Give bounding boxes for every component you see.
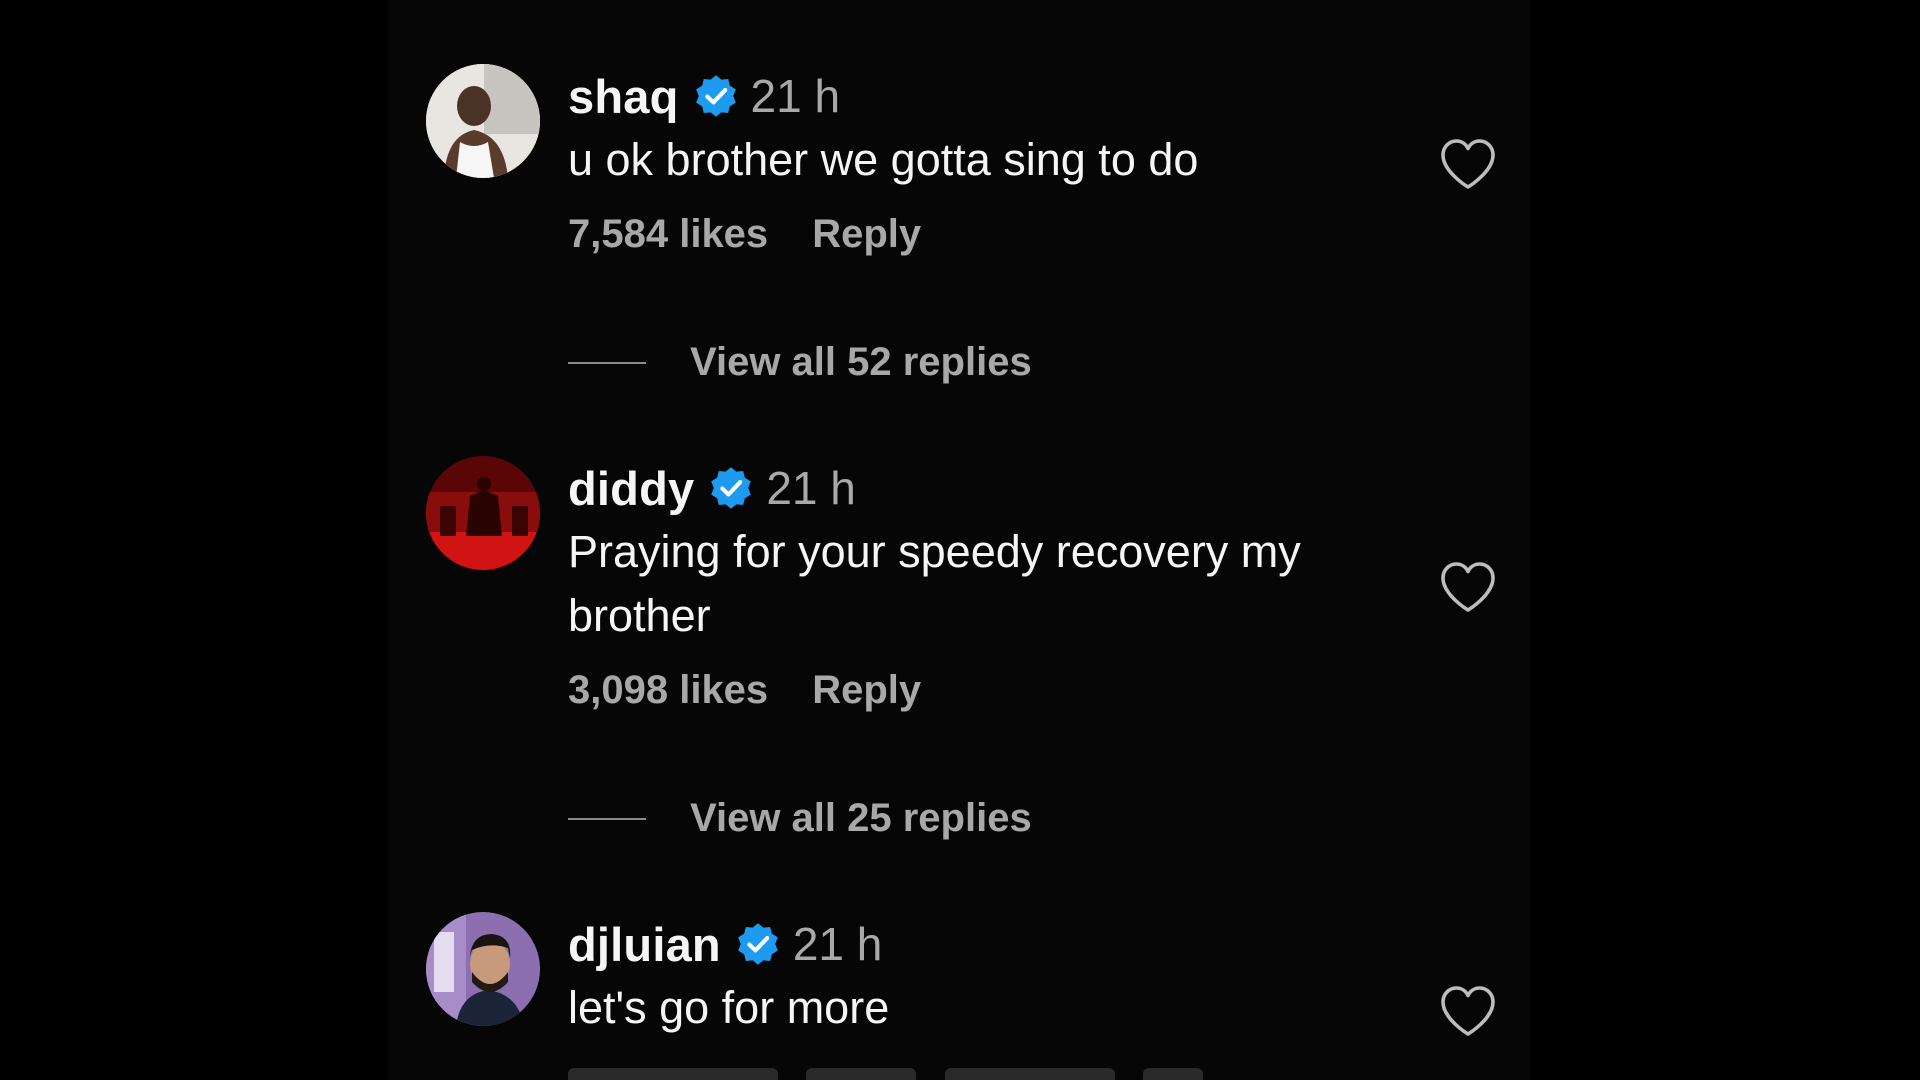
replies-divider-line [568,817,646,820]
replies-divider-line [568,361,646,364]
comment-text: let's go for more [568,982,890,1033]
comment-meta: 3,098 likes Reply [568,668,1428,713]
comment-body: shaq 21 h u ok brother we gotta sing to … [568,64,1428,257]
cut-off-comment-meta [568,1068,1288,1080]
like-heart-icon[interactable] [1439,560,1497,614]
cut-off-text-fragment [1143,1068,1204,1080]
comment-header: diddy 21 h [568,456,1428,520]
reply-button[interactable]: Reply [812,212,921,257]
comment-time: 21 h [792,918,883,970]
avatar-djluian[interactable] [426,912,540,1026]
reply-button[interactable]: Reply [812,668,921,713]
comment-header: djluian 21 h [568,912,1428,976]
avatar-diddy[interactable] [426,456,540,570]
view-replies-label: View all 25 replies [690,796,1032,840]
comment-time: 21 h [750,70,841,122]
username[interactable]: diddy [568,461,694,516]
view-replies-button[interactable]: View all 52 replies [568,340,1032,385]
comment-meta: 7,584 likes Reply [568,212,1428,257]
comments-page: shaq 21 h u ok brother we gotta sing to … [0,0,1920,1080]
username[interactable]: shaq [568,69,679,124]
comment-text: Praying for your speedy recovery my brot… [568,526,1301,641]
verified-badge-icon [735,921,781,967]
cut-off-text-fragment [568,1068,778,1080]
cut-off-text-fragment [944,1068,1115,1080]
cut-off-text-fragment [806,1068,917,1080]
comment-time: 21 h [766,462,856,514]
avatar-shaq[interactable] [426,64,540,178]
like-heart-icon[interactable] [1439,984,1497,1038]
comment-body: djluian 21 h let's go for more [568,912,1428,1040]
comment-text: u ok brother we gotta sing to do [568,134,1199,185]
likes-count[interactable]: 3,098 likes [568,668,768,713]
comment-header: shaq 21 h [568,64,1428,128]
verified-badge-icon [693,73,739,119]
comment-body: diddy 21 h Praying for your speedy recov… [568,456,1428,713]
username[interactable]: djluian [568,917,721,972]
view-replies-button[interactable]: View all 25 replies [568,796,1032,841]
likes-count[interactable]: 7,584 likes [568,212,768,257]
verified-badge-icon [708,465,754,511]
like-heart-icon[interactable] [1439,137,1497,191]
view-replies-label: View all 52 replies [690,340,1032,384]
